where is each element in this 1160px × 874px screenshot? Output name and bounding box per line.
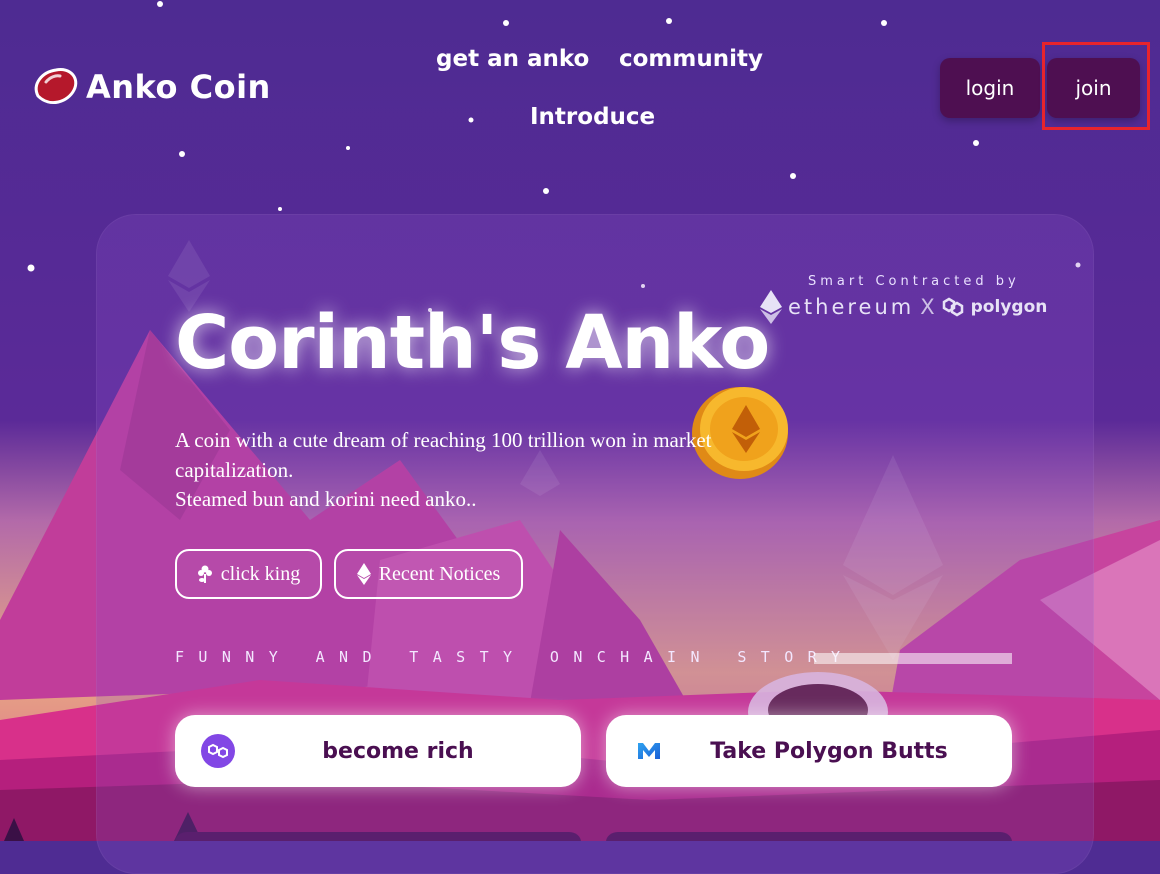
become-rich-button[interactable]: become rich	[175, 715, 581, 787]
tagline: FUNNY AND TASTY ONCHAIN STORY	[175, 648, 855, 666]
polygon-label: polygon	[970, 297, 1048, 317]
hero-description-line2: Steamed bun and korini need anko..	[175, 487, 477, 511]
nav-introduce[interactable]: Introduce	[530, 104, 655, 130]
nav-get-an-anko[interactable]: get an anko	[436, 46, 589, 72]
brand-name: Anko Coin	[86, 68, 271, 106]
ethereum-label: ethereum	[788, 295, 915, 319]
x-label: X	[920, 295, 935, 319]
hero-title: Corinth's Anko	[175, 300, 770, 386]
take-polygon-butts-button[interactable]: Take Polygon Butts	[606, 715, 1012, 787]
flower-icon	[197, 565, 212, 583]
login-button[interactable]: login	[940, 58, 1040, 118]
nav-community[interactable]: community	[619, 46, 763, 72]
polygon-icon	[942, 297, 963, 317]
red-bean-icon	[34, 68, 78, 105]
join-highlight-box	[1042, 42, 1150, 130]
hero-description-line1: A coin with a cute dream of reaching 100…	[175, 428, 712, 482]
recent-notices-label: Recent Notices	[378, 562, 501, 585]
recent-notices-button[interactable]: Recent Notices	[334, 549, 523, 599]
click-king-label: click king	[220, 562, 301, 585]
tagline-bar	[814, 653, 1012, 664]
chain-logos: ethereum X polygon	[760, 290, 1047, 324]
polygon-m-icon	[632, 734, 666, 768]
smart-contract-label: Smart Contracted by	[808, 274, 1020, 289]
hero-description: A coin with a cute dream of reaching 100…	[175, 426, 715, 515]
polygon-icon	[201, 734, 235, 768]
ethereum-icon	[356, 563, 371, 585]
become-rich-label: become rich	[322, 738, 474, 764]
click-king-button[interactable]: click king	[175, 549, 322, 599]
take-polygon-butts-label: Take Polygon Butts	[710, 738, 948, 764]
brand-logo[interactable]: Anko Coin	[30, 62, 271, 112]
